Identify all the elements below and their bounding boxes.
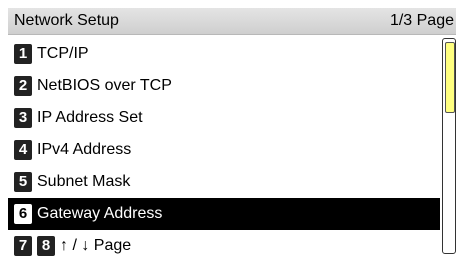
page-down-key-badge: 8 — [37, 236, 55, 256]
page-title: Network Setup — [14, 12, 119, 29]
menu-item-label: Gateway Address — [37, 205, 163, 222]
menu-item-ip-address-set[interactable]: 3 IP Address Set — [8, 102, 440, 134]
page-navigation-label: ↑ / ↓ Page — [60, 237, 132, 254]
menu-item-netbios-over-tcp[interactable]: 2 NetBIOS over TCP — [8, 70, 440, 102]
menu-item-label: Subnet Mask — [37, 173, 131, 190]
menu-item-label: NetBIOS over TCP — [37, 77, 172, 94]
item-number-badge: 1 — [14, 44, 32, 64]
menu-item-gateway-address[interactable]: 6 Gateway Address — [8, 198, 440, 230]
page-up-key-badge: 7 — [14, 236, 32, 256]
item-number-badge: 3 — [14, 108, 32, 128]
menu-item-ipv4-address[interactable]: 4 IPv4 Address — [8, 134, 440, 166]
scrollbar[interactable] — [442, 38, 456, 254]
item-number-badge: 6 — [14, 204, 32, 224]
menu-item-subnet-mask[interactable]: 5 Subnet Mask — [8, 166, 440, 198]
menu-item-label: IP Address Set — [37, 109, 143, 126]
item-number-badge: 2 — [14, 76, 32, 96]
item-number-badge: 5 — [14, 172, 32, 192]
title-bar: Network Setup 1/3 Page — [8, 8, 456, 35]
menu-item-tcp-ip[interactable]: 1 TCP/IP — [8, 38, 440, 70]
menu-list: 1 TCP/IP 2 NetBIOS over TCP 3 IP Address… — [8, 38, 440, 262]
page-indicator: 1/3 Page — [389, 12, 454, 29]
item-number-badge: 4 — [14, 140, 32, 160]
scrollbar-thumb[interactable] — [445, 42, 455, 113]
page-navigation-row[interactable]: 7 8 ↑ / ↓ Page — [8, 230, 440, 262]
menu-item-label: TCP/IP — [37, 45, 89, 62]
lcd-panel: Network Setup 1/3 Page 1 TCP/IP 2 NetBIO… — [2, 2, 457, 256]
menu-item-label: IPv4 Address — [37, 141, 132, 158]
